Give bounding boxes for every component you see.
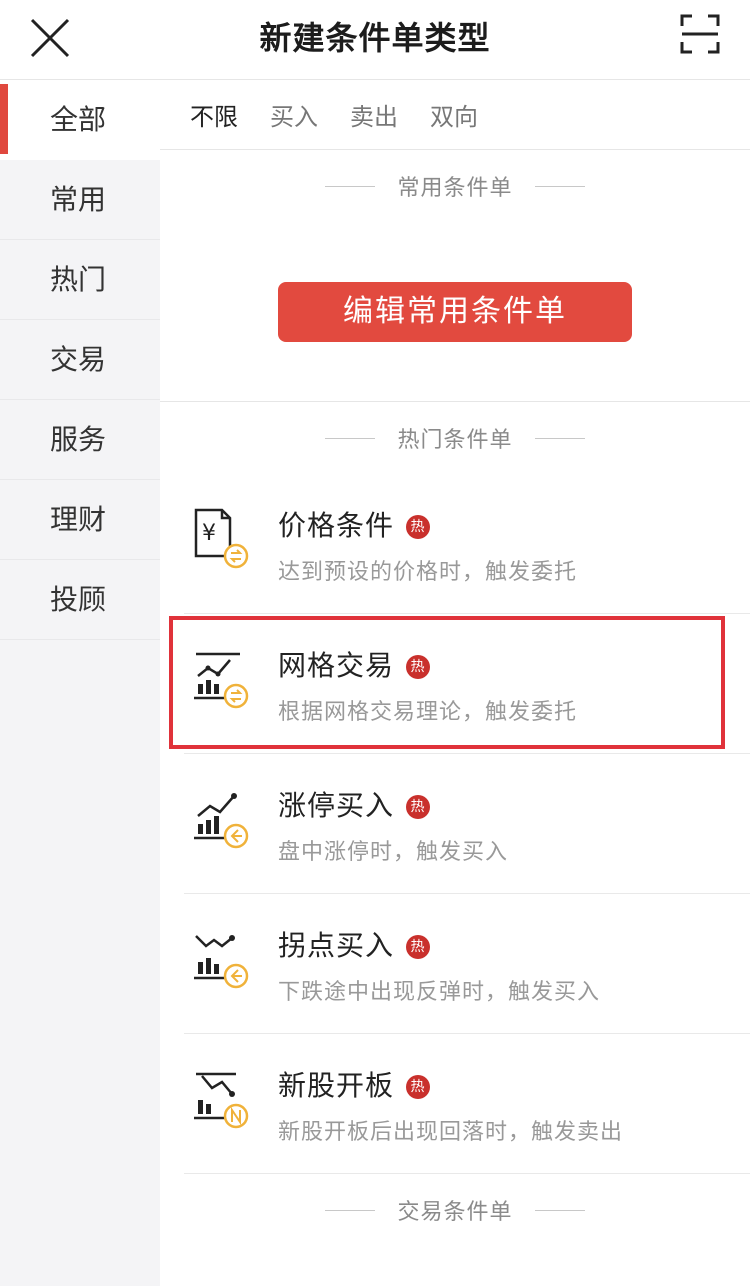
- item-title: 网格交易热: [278, 644, 431, 684]
- turning-point-buy-icon: [194, 935, 249, 989]
- item-description: 新股开板后出现回落时，触发卖出: [278, 1120, 624, 1145]
- sidebar-item-label: 理财: [50, 503, 107, 536]
- list-item-new-stock-open[interactable]: 新股开板热 新股开板后出现回落时，触发卖出: [184, 1034, 750, 1174]
- sidebar-item-trade[interactable]: 交易: [0, 320, 160, 400]
- divider: [325, 437, 376, 439]
- sidebar-item-label: 服务: [50, 423, 107, 456]
- sidebar-item-label: 全部: [50, 103, 107, 136]
- divider: [534, 437, 585, 439]
- scan-icon[interactable]: [680, 14, 720, 54]
- item-description: 根据网格交易理论，触发委托: [278, 700, 578, 725]
- section-header-hot: 热门条件单: [160, 402, 750, 474]
- divider: [534, 1209, 585, 1211]
- section-header-common: 常用条件单: [160, 150, 750, 222]
- list-item-turning-point-buy[interactable]: 拐点买入热 下跌途中出现反弹时，触发买入: [184, 894, 750, 1034]
- section-title: 热门条件单: [397, 428, 513, 453]
- hot-badge: 热: [406, 515, 431, 539]
- divider: [325, 1209, 376, 1211]
- divider: [534, 185, 585, 187]
- filter-sell[interactable]: 卖出: [350, 97, 398, 132]
- sidebar-item-advisor[interactable]: 投顾: [0, 560, 160, 640]
- sidebar-item-label: 常用: [50, 183, 107, 216]
- sidebar-item-label: 交易: [50, 343, 107, 376]
- page-title: 新建条件单类型: [259, 19, 491, 57]
- price-condition-icon: ¥: [194, 508, 249, 569]
- section-title: 交易条件单: [397, 1200, 513, 1225]
- filter-buy[interactable]: 买入: [270, 97, 318, 132]
- filter-bidirectional[interactable]: 双向: [430, 97, 478, 132]
- sidebar-item-finance[interactable]: 理财: [0, 480, 160, 560]
- sidebar-item-label: 投顾: [50, 583, 107, 616]
- new-stock-open-icon: [194, 1072, 249, 1129]
- item-title: 拐点买入热: [278, 924, 431, 964]
- item-title: 价格条件热: [278, 504, 431, 544]
- section-title: 常用条件单: [397, 176, 513, 201]
- grid-trading-icon: [194, 652, 249, 709]
- hot-badge: 热: [406, 935, 431, 959]
- category-sidebar: 全部 常用 热门 交易 服务 理财 投顾: [0, 80, 160, 1286]
- svg-text:¥: ¥: [202, 521, 216, 546]
- divider: [325, 185, 376, 187]
- item-description: 盘中涨停时，触发买入: [278, 840, 509, 865]
- sidebar-item-label: 热门: [50, 263, 107, 296]
- edit-common-area: 编辑常用条件单: [160, 222, 750, 402]
- list-item-limit-up-buy[interactable]: 涨停买入热 盘中涨停时，触发买入: [184, 754, 750, 894]
- sidebar-item-service[interactable]: 服务: [0, 400, 160, 480]
- item-title: 涨停买入热: [278, 784, 431, 824]
- sidebar-item-common[interactable]: 常用: [0, 160, 160, 240]
- item-description: 达到预设的价格时，触发委托: [278, 560, 578, 585]
- edit-common-button[interactable]: 编辑常用条件单: [278, 282, 632, 342]
- item-title: 新股开板热: [278, 1064, 431, 1104]
- hot-badge: 热: [406, 1075, 431, 1099]
- limit-up-buy-icon: [194, 793, 249, 849]
- hot-badge: 热: [406, 655, 431, 679]
- hot-badge: 热: [406, 795, 431, 819]
- section-header-trade: 交易条件单: [160, 1174, 750, 1246]
- list-item-grid-trading[interactable]: 网格交易热 根据网格交易理论，触发委托: [184, 614, 750, 754]
- item-description: 下跌途中出现反弹时，触发买入: [278, 980, 601, 1005]
- main-content: 不限 买入 卖出 双向 常用条件单 编辑常用条件单 热门条件单 ¥ 价格条件热 …: [160, 80, 750, 1286]
- sidebar-item-all[interactable]: 全部: [0, 80, 160, 160]
- list-item-price-condition[interactable]: ¥ 价格条件热 达到预设的价格时，触发委托: [184, 474, 750, 614]
- top-bar: 新建条件单类型: [0, 0, 750, 80]
- filter-tabs: 不限 买入 卖出 双向: [160, 80, 750, 150]
- sidebar-item-hot[interactable]: 热门: [0, 240, 160, 320]
- filter-unlimited[interactable]: 不限: [190, 97, 238, 132]
